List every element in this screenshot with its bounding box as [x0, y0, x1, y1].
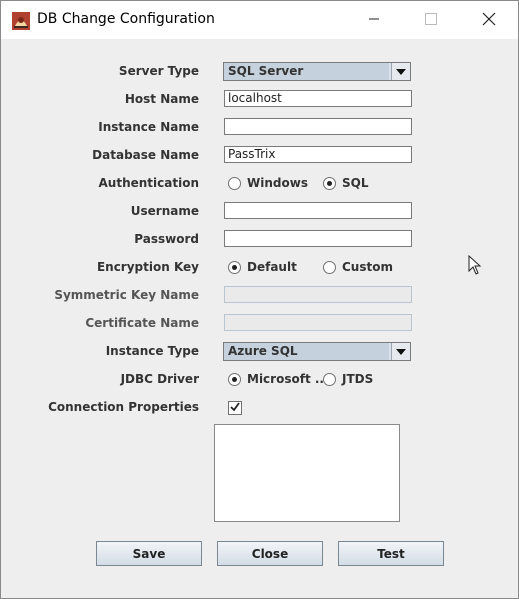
username-label: Username — [130, 204, 199, 218]
encryption-custom-radio[interactable]: Custom — [323, 259, 393, 275]
auth-sql-radio[interactable]: SQL — [323, 175, 369, 191]
instance-type-label: Instance Type — [105, 344, 199, 358]
maximize-button[interactable] — [402, 1, 460, 39]
encryption-custom-label: Custom — [342, 260, 393, 274]
connection-properties-label: Connection Properties — [48, 400, 199, 414]
radio-selected-icon — [228, 372, 241, 386]
instance-name-label: Instance Name — [98, 120, 199, 134]
database-name-field[interactable]: PassTrix — [224, 146, 412, 163]
jdbc-microsoft-label: Microsoft ... — [247, 372, 329, 386]
connection-properties-textarea[interactable] — [214, 424, 400, 522]
maximize-icon — [425, 12, 437, 28]
instance-type-value: Azure SQL — [224, 343, 389, 360]
test-button[interactable]: Test — [338, 541, 444, 566]
server-type-select[interactable]: SQL Server — [223, 62, 411, 81]
save-button[interactable]: Save — [96, 541, 202, 566]
radio-selected-icon — [323, 176, 336, 190]
form-panel: Server Type SQL Server Host Name localho… — [1, 39, 518, 598]
server-type-label: Server Type — [118, 64, 199, 78]
close-icon — [482, 12, 496, 29]
host-name-label: Host Name — [124, 92, 199, 106]
symmetric-key-name-label: Symmetric Key Name — [54, 288, 199, 302]
close-window-button[interactable] — [460, 1, 518, 39]
username-field[interactable] — [224, 202, 412, 219]
encryption-key-label: Encryption Key — [96, 260, 199, 274]
chevron-down-icon[interactable] — [391, 63, 410, 80]
minimize-icon — [368, 13, 380, 28]
server-type-value: SQL Server — [224, 63, 389, 80]
radio-unselected-icon — [228, 176, 241, 190]
auth-sql-label: SQL — [342, 176, 369, 190]
jdbc-microsoft-radio[interactable]: Microsoft ... — [228, 371, 329, 387]
symmetric-key-name-field[interactable] — [224, 286, 412, 303]
password-field[interactable] — [224, 230, 412, 247]
window-title: DB Change Configuration — [37, 11, 215, 27]
encryption-default-label: Default — [247, 260, 297, 274]
chevron-down-icon[interactable] — [391, 343, 410, 360]
minimize-button[interactable] — [345, 1, 403, 39]
auth-windows-label: Windows — [247, 176, 308, 190]
jdbc-driver-label: JDBC Driver — [120, 372, 199, 386]
database-name-label: Database Name — [92, 148, 199, 162]
dialog-window: DB Change Configuration Server Type SQL … — [0, 0, 519, 599]
jdbc-jtds-radio[interactable]: JTDS — [323, 371, 373, 387]
title-bar: DB Change Configuration — [1, 1, 518, 39]
certificate-name-label: Certificate Name — [85, 316, 199, 330]
mouse-pointer-icon — [468, 254, 482, 278]
radio-unselected-icon — [323, 260, 336, 274]
password-label: Password — [134, 232, 199, 246]
instance-name-field[interactable] — [224, 118, 412, 135]
authentication-label: Authentication — [98, 176, 200, 190]
certificate-name-field[interactable] — [224, 314, 412, 331]
auth-windows-radio[interactable]: Windows — [228, 175, 308, 191]
instance-type-select[interactable]: Azure SQL — [223, 342, 411, 361]
radio-selected-icon — [228, 260, 241, 274]
host-name-field[interactable]: localhost — [224, 90, 412, 107]
checkmark-icon — [230, 401, 240, 415]
jdbc-jtds-label: JTDS — [342, 372, 374, 386]
connection-properties-checkbox[interactable] — [228, 401, 242, 415]
radio-unselected-icon — [323, 372, 336, 386]
java-app-icon — [11, 11, 31, 31]
encryption-default-radio[interactable]: Default — [228, 259, 297, 275]
close-button[interactable]: Close — [217, 541, 323, 566]
